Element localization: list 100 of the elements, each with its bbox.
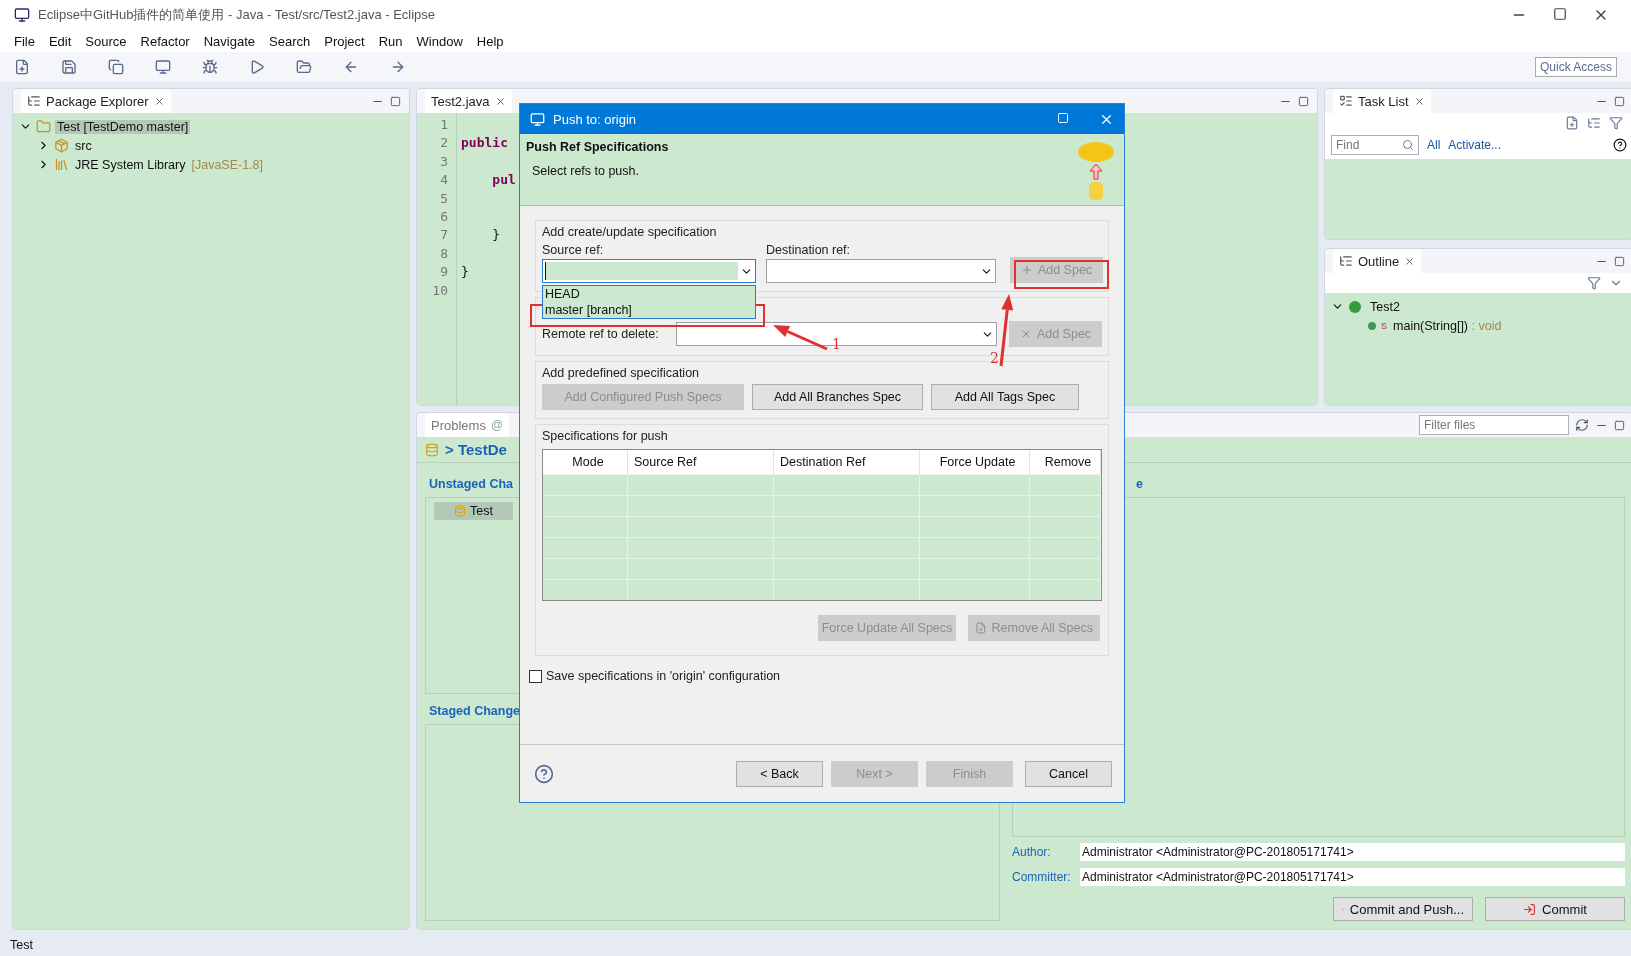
code-text: pul xyxy=(491,172,516,188)
commit-and-push-button[interactable]: Commit and Push... xyxy=(1333,897,1473,921)
menu-item[interactable]: Navigate xyxy=(203,33,255,49)
view-tab[interactable]: Problems xyxy=(431,417,486,433)
filter-icon[interactable] xyxy=(1609,116,1623,130)
new-task-icon[interactable] xyxy=(1565,116,1579,130)
run-icon[interactable] xyxy=(249,59,265,75)
page-description: Select refs to push. xyxy=(531,163,640,178)
open-folder-icon[interactable] xyxy=(296,59,312,75)
line-number: 8 xyxy=(439,245,448,263)
status-text: Test xyxy=(10,938,33,952)
quick-access-field[interactable]: Quick Access xyxy=(1534,57,1617,77)
remove-file-icon xyxy=(975,622,987,634)
library-icon xyxy=(54,157,69,172)
save-all-icon[interactable] xyxy=(108,59,124,75)
repository-title: > TestDe xyxy=(445,441,507,458)
menu-item[interactable]: Refactor xyxy=(140,33,190,49)
monitor-icon[interactable] xyxy=(155,59,171,75)
tree-item[interactable]: src xyxy=(73,138,94,153)
filter-icon[interactable] xyxy=(1587,276,1601,290)
commit-button[interactable]: Commit xyxy=(1485,897,1625,921)
code-text: public xyxy=(461,135,508,151)
checkbox-label: Save specifications in 'origin' configuration xyxy=(546,669,781,683)
back-icon[interactable] xyxy=(343,59,359,75)
bug-icon[interactable] xyxy=(202,59,218,75)
line-number: 5 xyxy=(439,190,448,208)
forward-icon[interactable] xyxy=(390,59,406,75)
field-label: Source ref: xyxy=(542,243,605,257)
checkbox[interactable] xyxy=(529,669,542,683)
maximize-icon[interactable] xyxy=(390,95,401,107)
close-icon[interactable] xyxy=(494,95,506,107)
maximize-icon[interactable] xyxy=(1614,419,1625,431)
spec-button[interactable]: Add All Tags Spec xyxy=(931,384,1079,410)
tree-item-decoration: [JavaSE-1.8] xyxy=(191,157,264,172)
wizard-button[interactable]: Cancel xyxy=(1025,760,1112,787)
line-number: 2 xyxy=(439,135,448,153)
tab-fragment: @ xyxy=(490,418,504,432)
maximize-icon[interactable] xyxy=(1614,255,1625,267)
field-label: Remote ref to delete: xyxy=(542,327,660,341)
menu-item[interactable]: Help xyxy=(476,33,504,49)
line-number: 7 xyxy=(439,227,448,245)
refresh-icon[interactable] xyxy=(1575,418,1589,432)
line-number: 4 xyxy=(439,172,448,190)
link[interactable]: All xyxy=(1427,138,1441,152)
new-file-icon[interactable] xyxy=(14,59,30,75)
app-icon xyxy=(14,7,30,23)
arrow-into-box-icon xyxy=(1523,902,1537,916)
cloud-upload-drawing xyxy=(1076,140,1116,202)
folder-icon xyxy=(54,138,69,153)
repository-icon xyxy=(454,505,466,517)
maximize-icon[interactable] xyxy=(1614,95,1625,107)
line-number: 9 xyxy=(439,264,448,282)
group-title: Specifications for push xyxy=(542,429,668,443)
menu-item[interactable]: Source xyxy=(85,33,127,49)
close-icon[interactable] xyxy=(1413,95,1425,107)
tree-item[interactable]: Test [TestDemo master] xyxy=(55,119,191,134)
field-label: Destination ref: xyxy=(766,243,852,257)
help-icon[interactable] xyxy=(1613,138,1627,152)
menu-item[interactable]: Edit xyxy=(48,33,72,49)
menu-item[interactable]: Window xyxy=(416,33,463,49)
spec-button[interactable]: Add All Branches Spec xyxy=(752,384,923,410)
dialog-title: Push to: origin xyxy=(553,111,638,127)
filter-field[interactable]: Filter files xyxy=(1419,415,1569,435)
dialog-icon xyxy=(530,111,545,127)
menu-item[interactable]: File xyxy=(14,33,35,49)
categorized-icon[interactable] xyxy=(1587,116,1601,130)
close-icon[interactable] xyxy=(153,95,165,107)
method-icon xyxy=(1367,320,1377,331)
project-icon xyxy=(36,119,51,134)
section-title: Unstaged Cha xyxy=(428,476,515,493)
annotation-arrow xyxy=(773,325,828,351)
dropdown-option[interactable]: master [branch] xyxy=(543,302,755,318)
link[interactable]: Activate... xyxy=(1448,138,1502,152)
repository-icon xyxy=(425,442,439,457)
maximize-icon[interactable] xyxy=(1553,7,1567,21)
menu-item[interactable]: Search xyxy=(269,33,311,49)
section-title: Staged Change xyxy=(428,703,521,720)
author-field[interactable]: Administrator <Administrator@PC-201805171741> xyxy=(1080,842,1625,861)
section-title: e xyxy=(1135,476,1144,493)
save-icon[interactable] xyxy=(61,59,77,75)
tree-item[interactable]: JRE System Library xyxy=(73,157,188,172)
tree-item[interactable]: Test2 xyxy=(1368,299,1402,314)
search-icon xyxy=(1402,139,1414,151)
static-marker: S xyxy=(1381,320,1387,331)
source-ref-combo[interactable] xyxy=(542,259,756,283)
destination-ref-combo[interactable] xyxy=(766,259,996,283)
close-icon[interactable] xyxy=(1404,255,1416,267)
package-explorer-icon xyxy=(27,94,41,108)
annotation-number: 2 xyxy=(990,350,999,366)
menu-item[interactable]: Run xyxy=(378,33,403,49)
unstaged-entry[interactable]: Test xyxy=(434,502,513,520)
dropdown-option[interactable]: HEAD xyxy=(543,286,755,302)
tree-item[interactable]: main(String[]) : void xyxy=(1391,318,1504,333)
committer-field[interactable]: Administrator <Administrator@PC-201805171741> xyxy=(1080,867,1625,886)
find-field[interactable]: Find xyxy=(1331,135,1419,155)
maximize-icon[interactable] xyxy=(1298,95,1309,107)
page-heading: Push Ref Specifications xyxy=(526,140,669,154)
wizard-button[interactable]: < Back xyxy=(736,760,823,787)
code-text: } xyxy=(461,264,469,280)
menu-item[interactable]: Project xyxy=(324,33,365,49)
